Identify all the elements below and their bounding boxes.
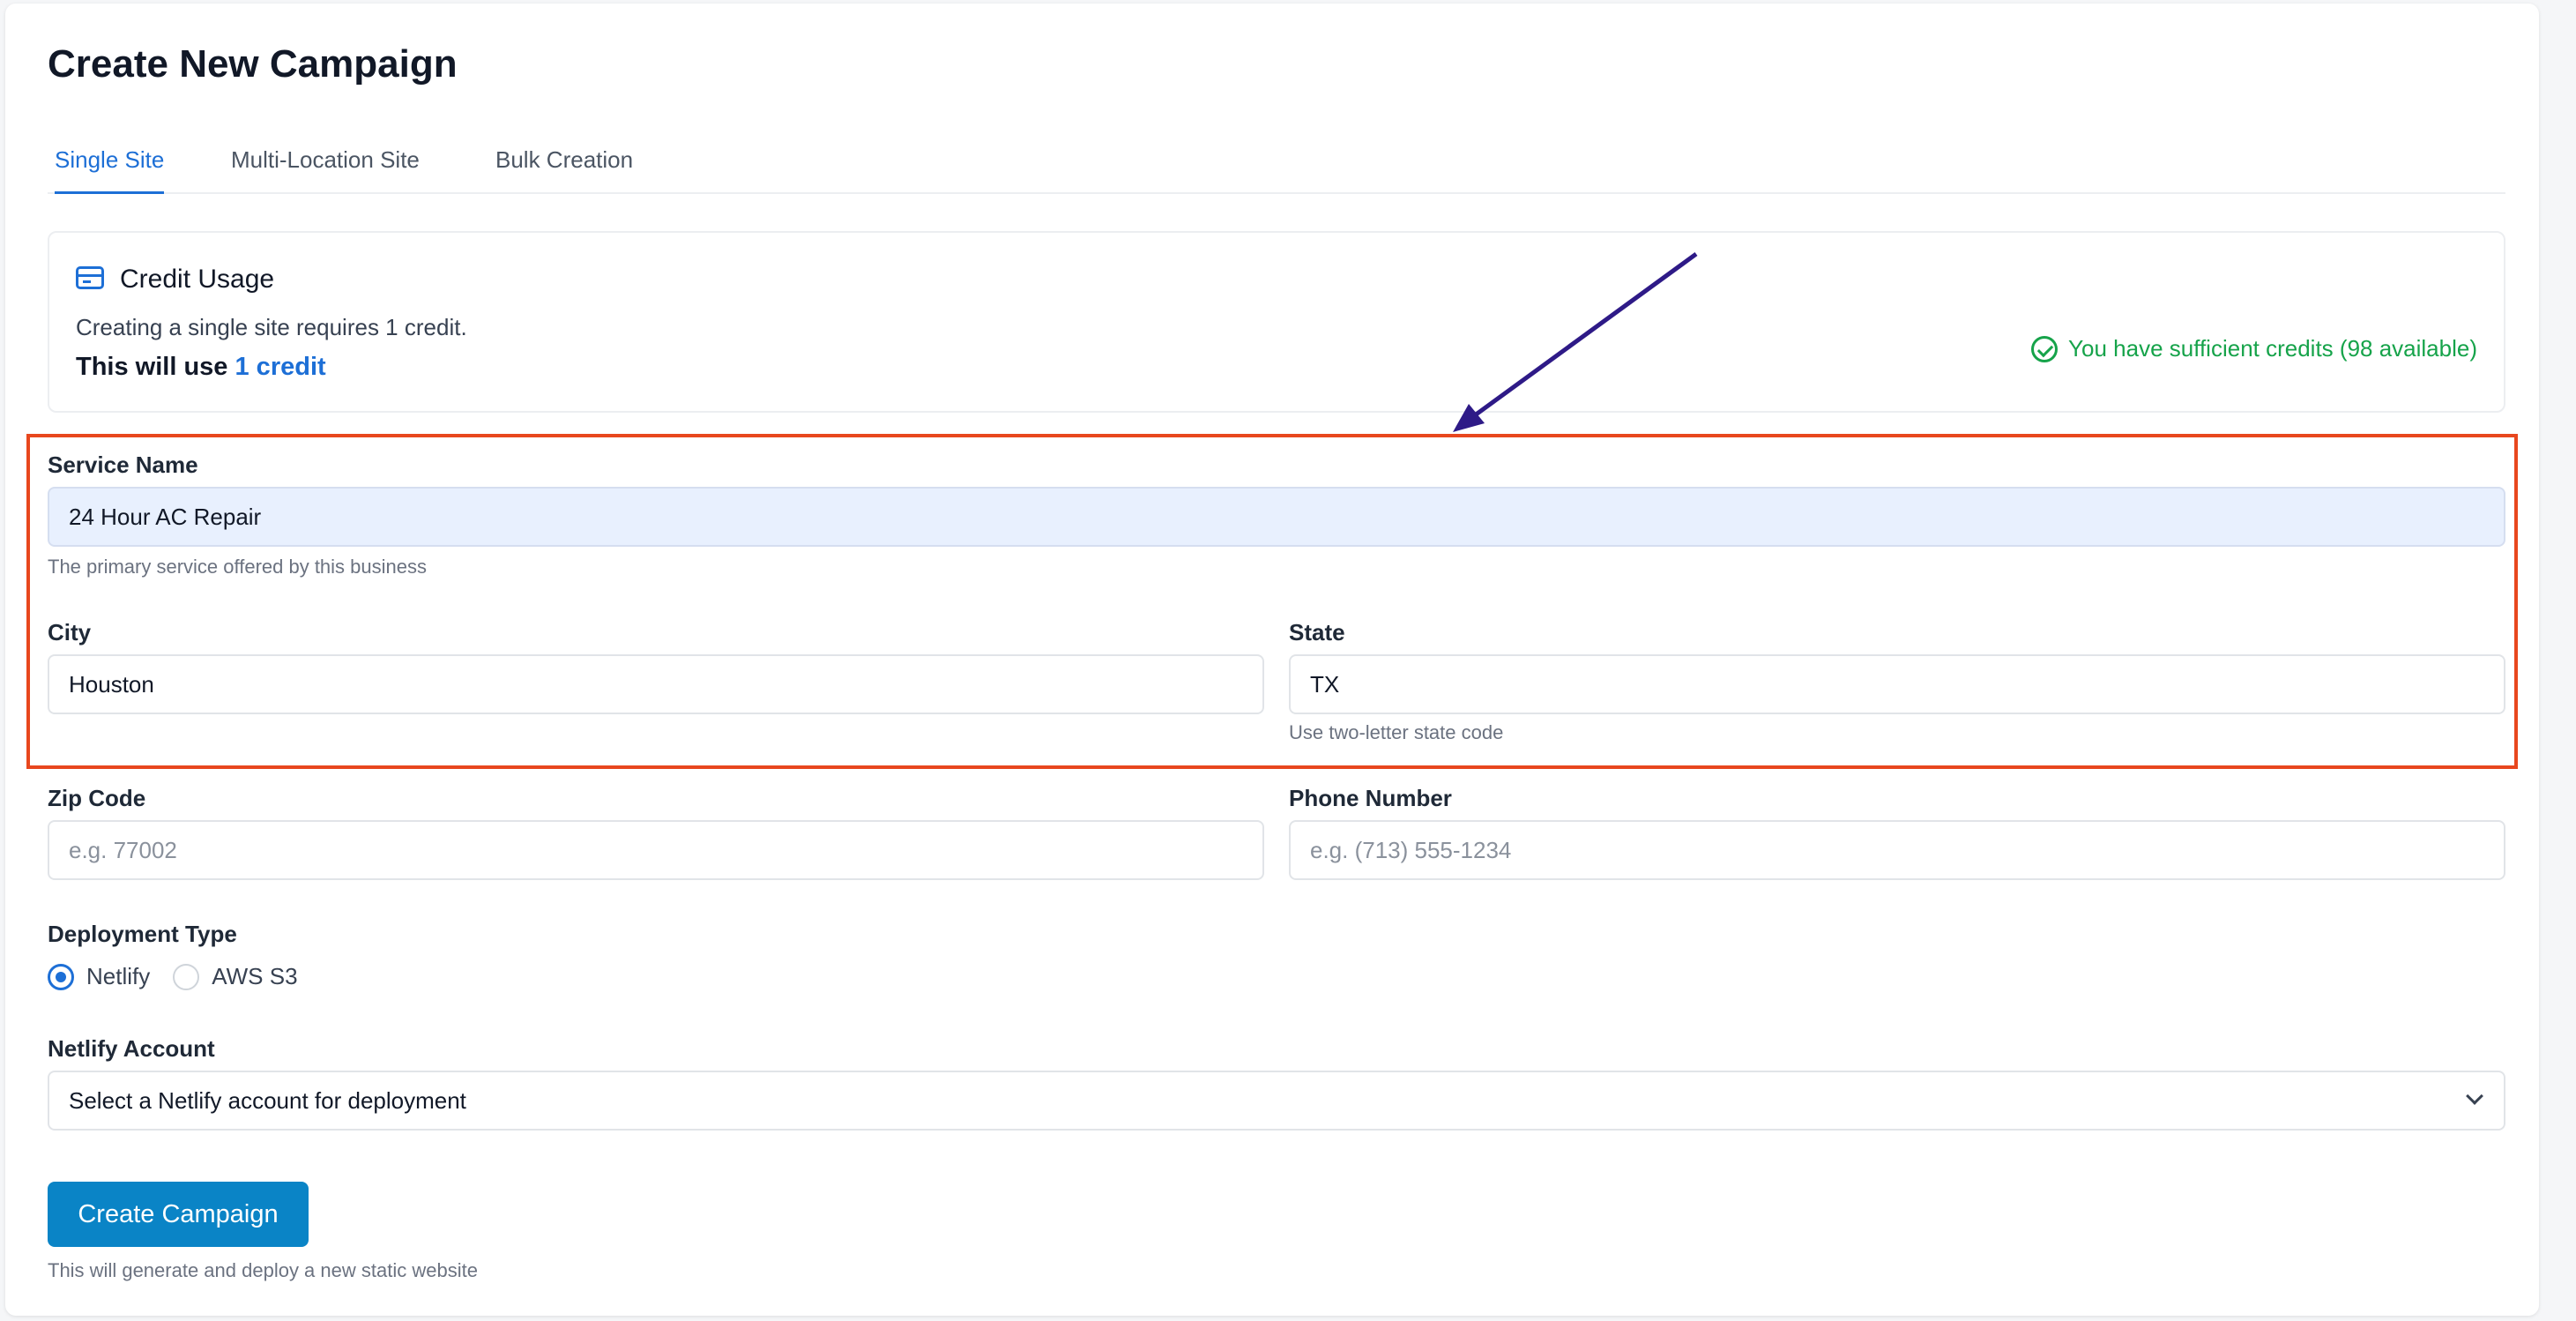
credit-status: You have sufficient credits (98 availabl… [2031,335,2477,362]
tab-bulk-creation[interactable]: Bulk Creation [495,146,633,191]
tab-single-site[interactable]: Single Site [55,146,165,194]
credit-card-icon [76,266,104,289]
netlify-radio[interactable] [48,963,74,990]
credit-usage-panel: Credit Usage Creating a single site requ… [48,231,2505,413]
netlify-account-select[interactable]: Select a Netlify account for deployment [48,1071,2505,1131]
deployment-option-netlify[interactable]: Netlify [48,963,150,990]
check-circle-icon [2031,335,2059,362]
netlify-radio-label: Netlify [86,963,151,989]
netlify-account-label: Netlify Account [48,1035,215,1062]
credit-use-prefix: This will use [76,353,228,381]
credit-usage-title: Credit Usage [120,265,275,294]
chevron-down-icon [2466,1087,2483,1105]
netlify-account-selected: Select a Netlify account for deployment [69,1087,466,1114]
aws-s3-radio[interactable] [173,963,200,990]
deployment-type-radio-group: Netlify AWS S3 [48,963,321,990]
annotation-arrow-icon [1453,251,1698,432]
credit-status-text: You have sufficient credits (98 availabl… [2068,335,2477,362]
zip-code-label: Zip Code [48,785,146,811]
annotation-highlight-box [26,434,2518,769]
create-campaign-hint: This will generate and deploy a new stat… [48,1259,478,1281]
page-title: Create New Campaign [48,42,458,86]
tab-bar: Single Site Multi-Location Site Bulk Cre… [48,134,2505,194]
aws-s3-radio-label: AWS S3 [212,963,298,989]
credit-use-amount: 1 credit [235,353,326,381]
deployment-option-aws-s3[interactable]: AWS S3 [173,963,298,990]
create-campaign-button[interactable]: Create Campaign [48,1182,309,1247]
credit-description: Creating a single site requires 1 credit… [76,314,467,340]
deployment-type-label: Deployment Type [48,921,237,947]
tab-multi-location-site[interactable]: Multi-Location Site [231,146,420,191]
zip-code-input[interactable]: e.g. 77002 [48,820,1264,880]
phone-number-label: Phone Number [1289,785,1452,811]
credit-use-summary: This will use 1 credit [76,353,326,382]
phone-number-input[interactable]: e.g. (713) 555-1234 [1289,820,2505,880]
